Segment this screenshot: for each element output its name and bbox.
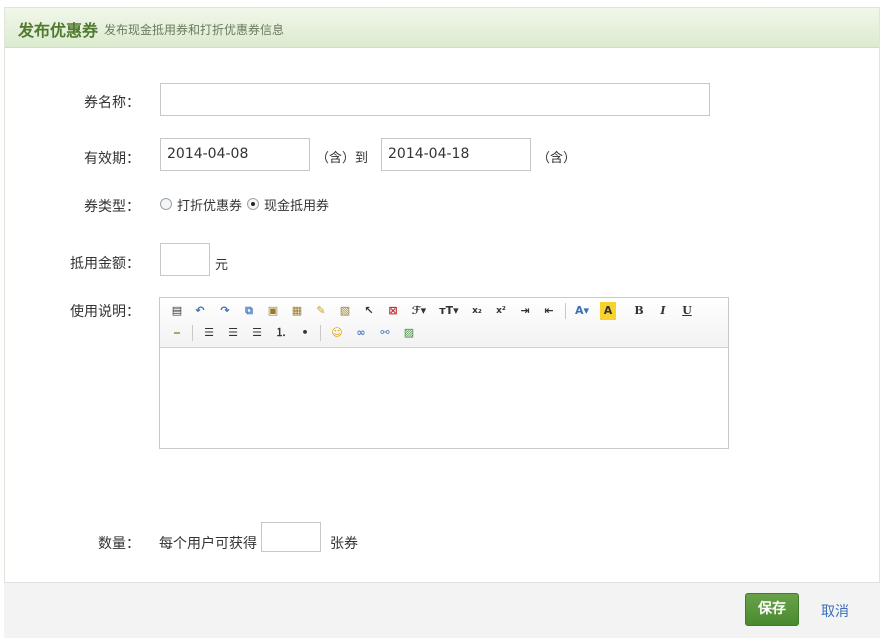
superscript-icon[interactable]: x² — [492, 302, 510, 320]
redo-icon[interactable]: ↷ — [216, 302, 234, 320]
emoticon-icon[interactable]: ☺ — [328, 324, 346, 342]
font-color-icon[interactable]: A▾ — [572, 302, 592, 320]
underline-icon[interactable]: U — [678, 302, 696, 320]
toolbar-separator — [565, 303, 566, 319]
cancel-link[interactable]: 取消 — [821, 601, 849, 621]
italic-icon[interactable]: I — [654, 302, 672, 320]
quantity-suffix: 张券 — [330, 536, 358, 552]
end-date-input[interactable]: 2014-04-18 — [381, 138, 531, 171]
font-size-icon[interactable]: тT▾ — [438, 302, 460, 320]
panel-header: 发布优惠券 发布现金抵用券和打折优惠券信息 — [5, 8, 879, 48]
unlink-icon[interactable]: ⚯ — [376, 324, 394, 342]
page-subtitle: 发布现金抵用券和打折优惠券信息 — [104, 23, 285, 37]
font-family-icon[interactable]: ℱ▾ — [410, 302, 428, 320]
editor-toolbar: ▤ ↶ ↷ ⧉ ▣ ▦ ✎ ▧ ↖ ⊠ ℱ▾ тT▾ x₂ x² ⇥ ⇤ A▾ … — [160, 298, 728, 348]
align-center-icon[interactable]: ☰ — [224, 324, 242, 342]
link-icon[interactable]: ∞ — [352, 324, 370, 342]
start-date-input[interactable]: 2014-04-08 — [160, 138, 310, 171]
outdent-icon[interactable]: ⇤ — [540, 302, 558, 320]
discount-coupon-option[interactable]: 打折优惠券 — [177, 195, 242, 214]
coupon-type-label: 券类型： — [84, 199, 140, 215]
fullscreen-icon[interactable]: ⊠ — [384, 302, 402, 320]
source-icon[interactable]: ▤ — [168, 302, 186, 320]
cash-coupon-option[interactable]: 现金抵用券 — [264, 195, 329, 214]
align-right-icon[interactable]: ☰ — [248, 324, 266, 342]
coupon-name-input[interactable] — [160, 83, 710, 116]
quantity-input[interactable] — [261, 522, 321, 552]
toolbar-separator — [320, 325, 321, 341]
cash-coupon-radio[interactable] — [247, 198, 259, 210]
page-title: 发布优惠券 — [18, 21, 99, 40]
save-button[interactable]: 保存 — [745, 593, 799, 626]
validity-label: 有效期： — [84, 151, 140, 167]
rich-text-editor: ▤ ↶ ↷ ⧉ ▣ ▦ ✎ ▧ ↖ ⊠ ℱ▾ тT▾ x₂ x² ⇥ ⇤ A▾ … — [159, 297, 729, 449]
inclusive-end-text: （含） — [537, 151, 577, 166]
editor-content-area[interactable] — [160, 348, 728, 448]
form-footer: 保存 取消 — [4, 582, 880, 638]
highlight-icon[interactable]: A — [600, 302, 616, 320]
horizontal-rule-icon[interactable]: ⎯ — [168, 324, 186, 342]
align-left-icon[interactable]: ☰ — [200, 324, 218, 342]
amount-unit: 元 — [215, 258, 229, 273]
amount-label: 抵用金额： — [70, 256, 140, 272]
copy-icon[interactable]: ⧉ — [240, 302, 258, 320]
select-all-icon[interactable]: ▧ — [336, 302, 354, 320]
quantity-prefix: 每个用户可获得 — [159, 536, 257, 552]
paste-text-icon[interactable]: ▦ — [288, 302, 306, 320]
inclusive-start-text: （含）到 — [316, 151, 369, 166]
discount-coupon-radio[interactable] — [160, 198, 172, 210]
image-icon[interactable]: ▨ — [400, 324, 418, 342]
pointer-icon[interactable]: ↖ — [360, 302, 378, 320]
paste-icon[interactable]: ▣ — [264, 302, 282, 320]
coupon-name-label: 券名称： — [84, 95, 140, 111]
unordered-list-icon[interactable]: • — [296, 324, 314, 342]
description-label: 使用说明： — [70, 304, 140, 320]
ordered-list-icon[interactable]: ⒈ — [272, 324, 290, 342]
indent-icon[interactable]: ⇥ — [516, 302, 534, 320]
amount-input[interactable] — [160, 243, 210, 276]
bold-icon[interactable]: B — [630, 302, 648, 320]
clean-icon[interactable]: ✎ — [312, 302, 330, 320]
undo-icon[interactable]: ↶ — [191, 302, 209, 320]
toolbar-separator — [192, 325, 193, 341]
quantity-label: 数量： — [98, 536, 140, 552]
subscript-icon[interactable]: x₂ — [468, 302, 486, 320]
